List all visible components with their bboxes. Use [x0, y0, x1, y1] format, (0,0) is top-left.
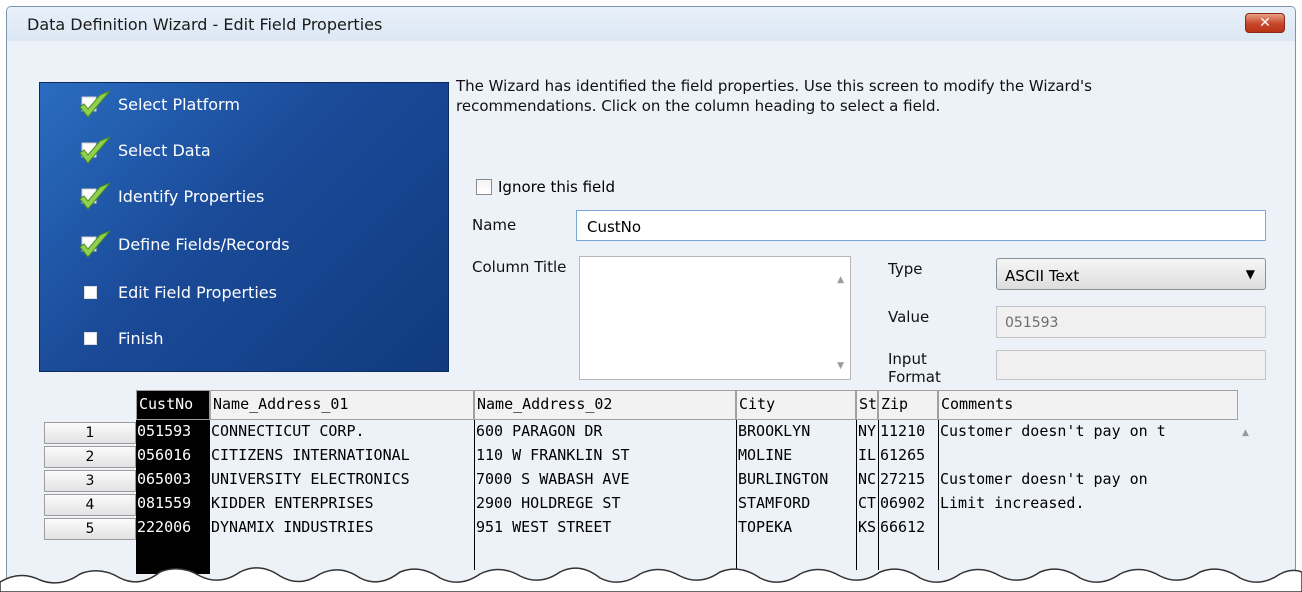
grid-cell[interactable]: CT: [857, 492, 878, 516]
grid-cell[interactable]: 7000 S WABASH AVE: [475, 468, 736, 492]
grid-cell[interactable]: STAMFORD: [737, 492, 856, 516]
grid-vertical-scrollbar[interactable]: ▲: [1238, 420, 1276, 580]
column-header-city[interactable]: City: [736, 390, 856, 420]
step-edit-field-properties: Edit Field Properties: [70, 277, 277, 307]
grid-cell[interactable]: 056016: [136, 444, 210, 468]
row-header[interactable]: 2: [44, 446, 136, 468]
value-field: 051593: [996, 306, 1266, 338]
step-label: Finish: [118, 328, 164, 348]
step-label: Identify Properties: [118, 186, 265, 206]
grid-cell[interactable]: 2900 HOLDREGE ST: [475, 492, 736, 516]
grid-cell[interactable]: BROOKLYN: [737, 420, 856, 444]
row-header[interactable]: 1: [44, 422, 136, 444]
grid-cell[interactable]: MOLINE: [737, 444, 856, 468]
input-format-label: Input Format: [888, 350, 941, 386]
wizard-steps-panel: Select Platform Select Data Identify Pro…: [39, 82, 449, 372]
name-input[interactable]: CustNo: [576, 210, 1266, 241]
type-select[interactable]: ASCII Text ▼: [996, 258, 1266, 290]
step-define-fields: Define Fields/Records: [70, 229, 290, 259]
grid-cell[interactable]: 600 PARAGON DR: [475, 420, 736, 444]
grid-cell[interactable]: Limit increased.: [939, 492, 1237, 516]
column-header-custno[interactable]: CustNo: [136, 390, 210, 420]
value-label: Value: [888, 308, 930, 326]
grid-cell[interactable]: KS: [857, 516, 878, 540]
grid-cell[interactable]: NC: [857, 468, 878, 492]
window-title: Data Definition Wizard - Edit Field Prop…: [27, 15, 383, 34]
scroll-up-icon[interactable]: ▲: [1242, 428, 1249, 438]
grid-cell[interactable]: 951 WEST STREET: [475, 516, 736, 540]
grid-cell[interactable]: 06902: [879, 492, 938, 516]
grid-cell[interactable]: BURLINGTON: [737, 468, 856, 492]
grid-cell[interactable]: 66612: [879, 516, 938, 540]
input-format-field: [996, 350, 1266, 380]
column-title-label: Column Title: [472, 258, 567, 276]
grid-cell[interactable]: 222006: [136, 516, 210, 540]
type-value: ASCII Text: [1005, 267, 1080, 285]
column-header-st[interactable]: St: [856, 390, 878, 420]
grid-cell[interactable]: [939, 444, 1237, 468]
torn-edge-decoration: [0, 567, 1302, 592]
column-header-name-address-01[interactable]: Name_Address_01: [210, 390, 474, 420]
grid-cell[interactable]: CONNECTICUT CORP.: [210, 420, 474, 444]
step-finish: Finish: [70, 323, 164, 353]
checkmark-icon: [70, 87, 118, 121]
close-button[interactable]: ✕: [1245, 13, 1285, 33]
grid-cell[interactable]: NY: [857, 420, 878, 444]
checkmark-icon: [70, 179, 118, 213]
grid-cell[interactable]: [939, 516, 1237, 540]
grid-cell[interactable]: TOPEKA: [737, 516, 856, 540]
row-header[interactable]: 4: [44, 494, 136, 516]
grid-cell[interactable]: Customer doesn't pay on t: [939, 420, 1237, 444]
checkbox-icon[interactable]: [476, 179, 492, 195]
data-preview-grid: CustNo Name_Address_01 Name_Address_02 C…: [44, 390, 1278, 580]
step-select-platform: Select Platform: [70, 89, 240, 119]
scroll-down-icon[interactable]: ▼: [837, 361, 844, 371]
ignore-field-checkbox[interactable]: Ignore this field: [476, 178, 615, 196]
step-identify-properties: Identify Properties: [70, 181, 264, 211]
type-label: Type: [888, 260, 923, 278]
grid-cell[interactable]: DYNAMIX INDUSTRIES: [210, 516, 474, 540]
title-bar: Data Definition Wizard - Edit Field Prop…: [7, 7, 1295, 41]
grid-cell[interactable]: UNIVERSITY ELECTRONICS: [210, 468, 474, 492]
column-header-name-address-02[interactable]: Name_Address_02: [474, 390, 736, 420]
grid-cell[interactable]: 065003: [136, 468, 210, 492]
checkmark-icon: [70, 227, 118, 261]
checkmark-icon: [70, 133, 118, 167]
grid-cell[interactable]: 61265: [879, 444, 938, 468]
grid-cell[interactable]: 081559: [136, 492, 210, 516]
grid-cell[interactable]: CITIZENS INTERNATIONAL: [210, 444, 474, 468]
column-header-zip[interactable]: Zip: [878, 390, 938, 420]
grid-cell[interactable]: KIDDER ENTERPRISES: [210, 492, 474, 516]
step-select-data: Select Data: [70, 135, 211, 165]
ignore-field-label: Ignore this field: [498, 178, 615, 196]
dropdown-arrow-icon[interactable]: ▼: [1246, 267, 1255, 281]
grid-cell[interactable]: 051593: [136, 420, 210, 444]
checkbox-icon: [70, 275, 118, 309]
step-label: Edit Field Properties: [118, 282, 277, 302]
grid-cell[interactable]: 110 W FRANKLIN ST: [475, 444, 736, 468]
grid-cell[interactable]: IL: [857, 444, 878, 468]
grid-cell[interactable]: 27215: [879, 468, 938, 492]
name-label: Name: [472, 216, 517, 234]
instructions-text: The Wizard has identified the field prop…: [456, 77, 1092, 115]
step-label: Select Data: [118, 140, 211, 160]
row-header[interactable]: 5: [44, 518, 136, 540]
step-label: Select Platform: [118, 94, 240, 114]
column-title-input[interactable]: ▲ ▼: [579, 256, 851, 380]
scroll-up-icon[interactable]: ▲: [837, 275, 844, 285]
grid-cell[interactable]: 11210: [879, 420, 938, 444]
step-label: Define Fields/Records: [118, 234, 290, 254]
checkbox-icon: [70, 321, 118, 355]
row-header[interactable]: 3: [44, 470, 136, 492]
column-header-comments[interactable]: Comments: [938, 390, 1238, 420]
grid-cell[interactable]: Customer doesn't pay on: [939, 468, 1237, 492]
